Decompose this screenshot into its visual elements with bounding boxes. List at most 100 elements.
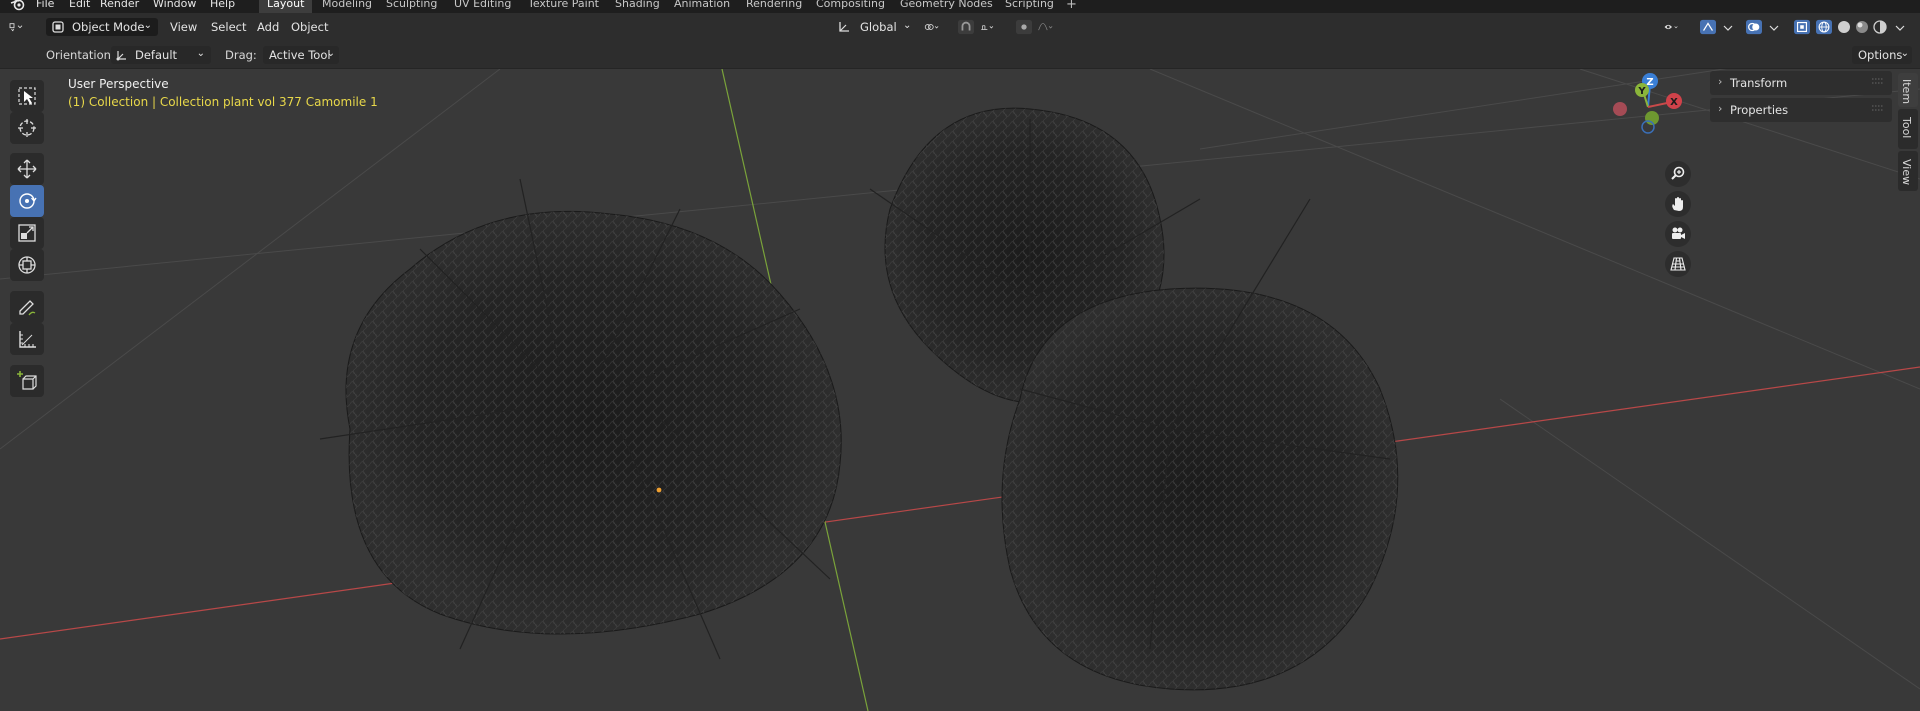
menu-add[interactable]: Add bbox=[257, 18, 279, 36]
tab-sculpting[interactable]: Sculpting bbox=[378, 0, 445, 13]
tool-scale[interactable] bbox=[10, 217, 44, 249]
tab-rendering[interactable]: Rendering bbox=[738, 0, 810, 13]
tab-shading[interactable]: Shading bbox=[607, 0, 668, 13]
proportional-editing-icon[interactable] bbox=[1016, 19, 1032, 35]
menu-view[interactable]: View bbox=[170, 18, 197, 36]
collection-info-label: (1) Collection | Collection plant vol 37… bbox=[68, 95, 378, 109]
snap-target-icon[interactable] bbox=[980, 19, 996, 35]
drag-grip-icon[interactable] bbox=[1872, 104, 1884, 112]
orientation-dropdown[interactable]: Default ⌄ bbox=[111, 46, 211, 64]
orientation-axes-icon bbox=[839, 22, 849, 32]
chevron-down-icon: ⌄ bbox=[143, 20, 152, 31]
annotate-icon bbox=[19, 300, 36, 316]
viewport-scene[interactable] bbox=[0, 69, 1920, 711]
menu-select[interactable]: Select bbox=[211, 18, 246, 36]
zoom-button[interactable] bbox=[1665, 161, 1691, 187]
drag-grip-icon[interactable] bbox=[1872, 77, 1884, 85]
overlays-dropdown-icon[interactable] bbox=[1766, 19, 1782, 35]
sidetab-item[interactable]: Item bbox=[1898, 73, 1918, 107]
drag-dropdown[interactable]: Active Tool ⌄ bbox=[263, 46, 339, 64]
transform-icon bbox=[18, 256, 36, 274]
sidetab-tool-label: Tool bbox=[1900, 117, 1913, 139]
orientation-label: Global bbox=[860, 20, 897, 34]
add-workspace-button[interactable]: + bbox=[1066, 0, 1077, 12]
transform-orientation-dropdown[interactable]: Global ⌄ bbox=[835, 18, 915, 36]
gizmo-dropdown-icon[interactable] bbox=[1720, 19, 1736, 35]
tab-geometry-nodes[interactable]: Geometry Nodes bbox=[892, 0, 1001, 13]
drag-label: Drag: bbox=[225, 48, 257, 62]
sidetab-view-label: View bbox=[1900, 159, 1913, 186]
viewport-header: Object Mode ⌄ View Select Add Object Glo… bbox=[0, 13, 1920, 41]
tool-annotate[interactable] bbox=[10, 291, 44, 323]
menu-window[interactable]: Window bbox=[153, 0, 196, 10]
tab-scripting[interactable]: Scripting bbox=[997, 0, 1062, 13]
add-cube-icon bbox=[17, 371, 37, 390]
tool-move[interactable] bbox=[10, 153, 44, 185]
menu-object[interactable]: Object bbox=[291, 18, 328, 36]
pan-button[interactable] bbox=[1665, 191, 1691, 217]
tool-rotate[interactable] bbox=[10, 185, 44, 217]
tab-animation[interactable]: Animation bbox=[666, 0, 738, 13]
tool-select-box[interactable] bbox=[10, 80, 44, 112]
shading-dropdown-icon[interactable] bbox=[1892, 19, 1908, 35]
falloff-icon[interactable] bbox=[1038, 19, 1054, 35]
sidetab-view[interactable]: View bbox=[1898, 151, 1918, 191]
mode-dropdown[interactable]: Object Mode ⌄ bbox=[46, 18, 158, 36]
object-origin bbox=[656, 487, 662, 493]
top-menu-bar: File Edit Render Window Help Layout Mode… bbox=[0, 0, 1920, 13]
chevron-down-icon: ⌄ bbox=[326, 48, 335, 59]
panel-properties[interactable]: › Properties bbox=[1710, 98, 1892, 122]
camera-icon bbox=[1672, 227, 1685, 239]
tool-transform[interactable] bbox=[10, 249, 44, 281]
tab-texture-paint[interactable]: Texture Paint bbox=[520, 0, 607, 13]
shading-solid-icon[interactable] bbox=[1836, 19, 1852, 35]
panel-transform[interactable]: › Transform bbox=[1710, 71, 1892, 95]
sidetab-tool[interactable]: Tool bbox=[1898, 109, 1918, 149]
shading-wireframe-icon[interactable] bbox=[1816, 19, 1832, 35]
camera-view-button[interactable] bbox=[1665, 221, 1691, 247]
tool-cursor[interactable] bbox=[10, 112, 44, 144]
gizmo-toggle-icon[interactable] bbox=[1700, 19, 1716, 35]
orientation-label: Orientation: bbox=[46, 48, 115, 62]
menu-help[interactable]: Help bbox=[210, 0, 235, 10]
transform-gizmo-icon bbox=[116, 51, 126, 61]
gizmo-x-label: X bbox=[1670, 97, 1678, 108]
scale-icon bbox=[18, 224, 36, 242]
overlays-icon[interactable] bbox=[1746, 19, 1762, 35]
select-box-icon bbox=[18, 87, 36, 105]
shading-rendered-icon[interactable] bbox=[1872, 19, 1888, 35]
options-label: Options bbox=[1858, 48, 1903, 62]
visibility-icon[interactable] bbox=[1664, 19, 1680, 35]
tab-layout[interactable]: Layout bbox=[259, 0, 313, 13]
pivot-point-icon[interactable] bbox=[924, 19, 940, 35]
tab-uv-editing[interactable]: UV Editing bbox=[446, 0, 519, 13]
menu-file[interactable]: File bbox=[36, 0, 54, 10]
shading-material-icon[interactable] bbox=[1854, 19, 1870, 35]
chevron-down-icon: ⌄ bbox=[903, 20, 912, 31]
object-mode-icon bbox=[52, 21, 64, 33]
menu-render[interactable]: Render bbox=[100, 0, 139, 10]
menu-edit[interactable]: Edit bbox=[69, 0, 90, 10]
editor-type-icon[interactable] bbox=[8, 19, 24, 35]
panel-transform-label: Transform bbox=[1730, 76, 1788, 90]
options-dropdown[interactable]: Options ⌄ bbox=[1852, 46, 1912, 64]
tab-modeling[interactable]: Modeling bbox=[314, 0, 380, 13]
tab-compositing[interactable]: Compositing bbox=[808, 0, 893, 13]
move-icon bbox=[17, 159, 37, 179]
3d-viewport[interactable]: User Perspective (1) Collection | Collec… bbox=[0, 69, 1920, 711]
tool-add-cube[interactable] bbox=[10, 365, 44, 397]
blender-logo-icon[interactable] bbox=[10, 0, 26, 11]
snap-icon[interactable] bbox=[958, 19, 974, 35]
tool-measure[interactable] bbox=[10, 323, 44, 355]
xray-toggle-icon[interactable] bbox=[1794, 19, 1810, 35]
navigation-gizmo[interactable]: Z Y X bbox=[1603, 69, 1693, 147]
x-axis-line bbox=[0, 366, 1920, 640]
drag-value: Active Tool bbox=[269, 48, 331, 62]
rotate-icon bbox=[19, 193, 37, 209]
grid-perspective-icon bbox=[1670, 257, 1686, 271]
sidetab-item-label: Item bbox=[1900, 79, 1913, 105]
mode-label: Object Mode bbox=[72, 20, 145, 34]
perspective-toggle-button[interactable] bbox=[1665, 251, 1691, 277]
view-name-label: User Perspective bbox=[68, 77, 169, 91]
zoom-icon bbox=[1671, 166, 1685, 180]
